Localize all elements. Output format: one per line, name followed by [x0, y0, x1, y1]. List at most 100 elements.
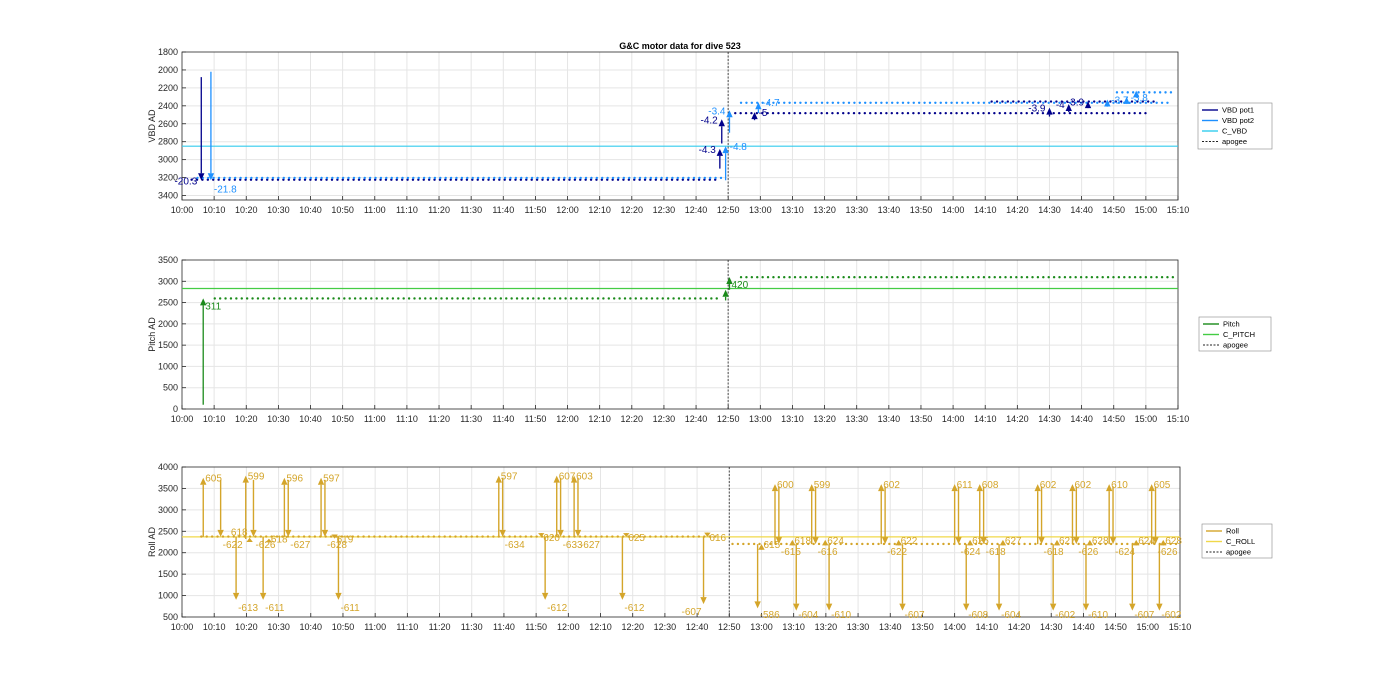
roll-xtick-label: 11:50 — [525, 622, 547, 632]
pitch-data-point — [305, 297, 308, 300]
vbd-data-point — [1128, 111, 1131, 115]
pitch-data-point — [310, 297, 314, 300]
pitch-data-point — [537, 297, 540, 300]
vbd-data-point — [944, 111, 947, 115]
pitch-data-point — [262, 297, 265, 300]
vbd-ytick-label: 3400 — [158, 191, 178, 201]
pitch-legend-entry: Pitch — [1223, 320, 1240, 329]
vbd-data-point — [385, 176, 388, 180]
roll-ytick-label: 3000 — [158, 505, 178, 515]
roll-arrow-label: 628 — [1165, 536, 1182, 547]
roll-data-point — [1034, 542, 1037, 546]
roll-arrow-label: 599 — [248, 472, 265, 483]
roll-ytick-label: 1000 — [158, 591, 178, 601]
vbd-ytick-label: 2400 — [158, 101, 178, 111]
vbd-data-point — [745, 101, 748, 104]
vbd-data-point — [455, 176, 458, 180]
roll-xtick-label: 11:30 — [461, 622, 483, 632]
pitch-data-point — [672, 297, 675, 300]
pitch-data-point — [863, 275, 867, 279]
roll-ytick-label: 2500 — [158, 526, 178, 536]
pitch-data-point — [499, 297, 503, 300]
roll-data-point — [736, 542, 740, 546]
pitch-data-point — [836, 275, 840, 279]
pitch-data-point — [1036, 275, 1040, 279]
vbd-arrow-head — [718, 119, 725, 127]
vbd-data-point — [552, 176, 555, 180]
roll-data-point — [475, 535, 479, 538]
vbd-data-point — [853, 101, 856, 104]
roll-data-point — [1082, 542, 1086, 546]
pitch-data-point — [375, 297, 378, 300]
pitch-data-point — [521, 297, 524, 300]
vbd-data-point — [863, 101, 867, 104]
vbd-data-point — [1093, 100, 1096, 103]
vbd-data-point — [244, 176, 248, 180]
vbd-xtick-label: 11:40 — [492, 205, 514, 215]
pitch-data-point — [639, 297, 643, 300]
roll-arrow-label: 599 — [814, 480, 831, 491]
pitch-xtick-label: 11:50 — [524, 414, 546, 424]
roll-data-point — [405, 535, 409, 538]
vbd-ytick-label: 2600 — [158, 119, 178, 129]
roll-data-point — [931, 542, 934, 546]
vbd-data-point — [1106, 111, 1109, 115]
vbd-data-point — [352, 176, 356, 180]
pitch-data-point — [1058, 275, 1061, 279]
pitch-data-point — [656, 297, 659, 300]
vbd-data-point — [433, 176, 437, 180]
roll-arrow-label: 608 — [982, 480, 999, 491]
pitch-data-point — [440, 297, 443, 300]
vbd-data-point — [207, 176, 210, 180]
vbd-data-point — [503, 176, 507, 180]
pitch-xtick-label: 14:50 — [1102, 414, 1125, 424]
pitch-xtick-label: 10:00 — [171, 414, 194, 424]
vbd-xtick-label: 14:30 — [1038, 205, 1061, 215]
vbd-data-point — [1144, 111, 1147, 115]
pitch-data-point — [478, 297, 481, 300]
roll-data-point — [1044, 542, 1048, 546]
pitch-data-point — [1166, 275, 1169, 279]
roll-arrow-head — [955, 537, 962, 545]
roll-arrow-label: 596 — [286, 474, 303, 485]
vbd-data-point — [1115, 91, 1119, 94]
pitch-xtick-label: 14:00 — [942, 414, 965, 424]
vbd-xtick-label: 15:00 — [1135, 205, 1158, 215]
vbd-legend-entry: VBD pot1 — [1222, 106, 1254, 115]
vbd-data-point — [836, 111, 840, 115]
roll-data-point — [594, 535, 598, 538]
pitch-data-point — [1171, 275, 1175, 279]
vbd-data-point — [988, 101, 991, 104]
vbd-data-point — [358, 176, 361, 180]
vbd-data-point — [820, 111, 823, 115]
chart-title: G&C motor data for dive 523 — [619, 41, 741, 51]
roll-arrow-label: 600 — [777, 480, 794, 491]
pitch-ytick-label: 0 — [173, 404, 178, 414]
pitch-legend-entry: C_PITCH — [1223, 330, 1255, 339]
roll-xtick-label: 10:20 — [235, 622, 258, 632]
vbd-data-point — [1152, 100, 1155, 103]
roll-arrow-label: -626 — [1158, 547, 1178, 558]
vbd-panel: 10:00 10:10 10:20 10:30 10:40 10:50 11:00 11:10… — [147, 47, 1273, 215]
vbd-data-point — [1028, 100, 1031, 103]
pitch-data-point — [267, 297, 270, 300]
vbd-data-point — [698, 176, 701, 180]
roll-data-point — [421, 535, 425, 538]
pitch-xtick-label: 15:00 — [1135, 414, 1158, 424]
vbd-data-point — [982, 101, 986, 104]
vbd-data-point — [649, 176, 653, 180]
pitch-legend-entry: apogee — [1223, 341, 1248, 350]
pitch-data-point — [251, 297, 254, 300]
vbd-data-point — [563, 176, 566, 180]
vbd-data-point — [234, 176, 237, 180]
vbd-arrow-label: -3.8 — [1131, 93, 1149, 104]
pitch-data-point — [1009, 275, 1013, 279]
vbd-data-point — [1003, 111, 1007, 115]
roll-data-point — [697, 535, 701, 538]
pitch-data-point — [1079, 275, 1083, 279]
vbd-data-point — [922, 111, 926, 115]
roll-data-point — [356, 535, 360, 538]
vbd-data-point — [557, 176, 561, 180]
roll-xtick-label: 14:30 — [1040, 622, 1063, 632]
vbd-data-point — [644, 176, 647, 180]
